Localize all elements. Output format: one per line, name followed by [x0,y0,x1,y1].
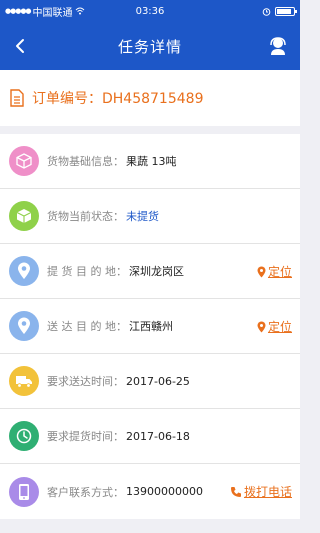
signal-icon: ●●●●● [5,7,32,15]
delivery-time-row: 要求送达时间： 2017-06-25 [0,354,300,409]
pickup-locate-button[interactable]: 定位 [257,244,292,299]
pin-icon [257,321,266,332]
cargo-info-value: 果蔬 13吨 [126,155,177,168]
bottom-background [0,523,300,533]
pickup-locate-label: 定位 [267,265,292,279]
user-service-icon [270,37,286,55]
cargo-info-row: 货物基础信息： 果蔬 13吨 [0,134,300,189]
wifi-icon [75,7,84,15]
order-number-row: 订单编号：DH458715489 [0,70,300,126]
phone-call-icon [230,486,241,497]
carrier-name: 中国联通 [32,7,73,19]
task-detail-list: 货物基础信息： 果蔬 13吨 货物当前状态： 未提货 提 货 目 的 地： 深圳… [0,134,300,519]
customer-contact-row: 客户联系方式： 13900000000 拨打电话 [0,464,300,519]
battery-icon [275,6,297,16]
customer-service-button[interactable] [262,30,294,62]
pickup-time-row: 要求提货时间： 2017-06-18 [0,409,300,464]
pickup-time-value: 2017-06-18 [126,429,190,443]
delivery-destination-value: 江西赣州 [129,320,173,333]
location-icon [9,256,39,286]
back-button[interactable] [4,30,36,62]
status-time: 03:36 [135,5,165,17]
pickup-time-label: 要求提货时间： [47,430,124,443]
cargo-status-row: 货物当前状态： 未提货 [0,189,300,244]
box-icon [9,146,39,176]
delivery-time-label: 要求送达时间： [47,375,124,388]
location-icon [9,311,39,341]
alarm-icon [262,7,271,16]
customer-contact-label: 客户联系方式： [47,485,124,499]
cargo-status-value: 未提货 [126,210,159,223]
pickup-destination-row: 提 货 目 的 地： 深圳龙岗区 定位 [0,244,300,299]
customer-contact-value: 13900000000 [126,485,203,498]
status-bar: ●●●●● 中国联通 03:36 [0,0,300,22]
cargo-info-label: 货物基础信息： [47,155,124,168]
chevron-left-icon [16,39,24,53]
document-icon [10,89,24,107]
truck-icon [9,366,39,396]
phone-icon [9,476,39,507]
call-customer-button[interactable]: 拨打电话 [230,464,292,519]
clock-icon [9,421,39,451]
cargo-status-label: 货物当前状态： [47,210,124,223]
delivery-locate-button[interactable]: 定位 [257,299,292,354]
pin-icon [257,266,266,277]
delivery-destination-row: 送 达 目 的 地： 江西赣州 定位 [0,299,300,354]
nav-bar: 任务详情 [0,22,300,70]
order-number: 订单编号：DH458715489 [32,91,204,107]
cube-icon [9,201,39,231]
call-customer-label: 拨打电话 [243,485,292,499]
delivery-locate-label: 定位 [267,320,292,334]
page-title: 任务详情 [117,37,182,56]
pickup-destination-label: 提 货 目 的 地： [47,265,127,278]
delivery-destination-label: 送 达 目 的 地： [47,320,127,333]
pickup-destination-value: 深圳龙岗区 [129,265,184,278]
delivery-time-value: 2017-06-25 [126,374,190,388]
